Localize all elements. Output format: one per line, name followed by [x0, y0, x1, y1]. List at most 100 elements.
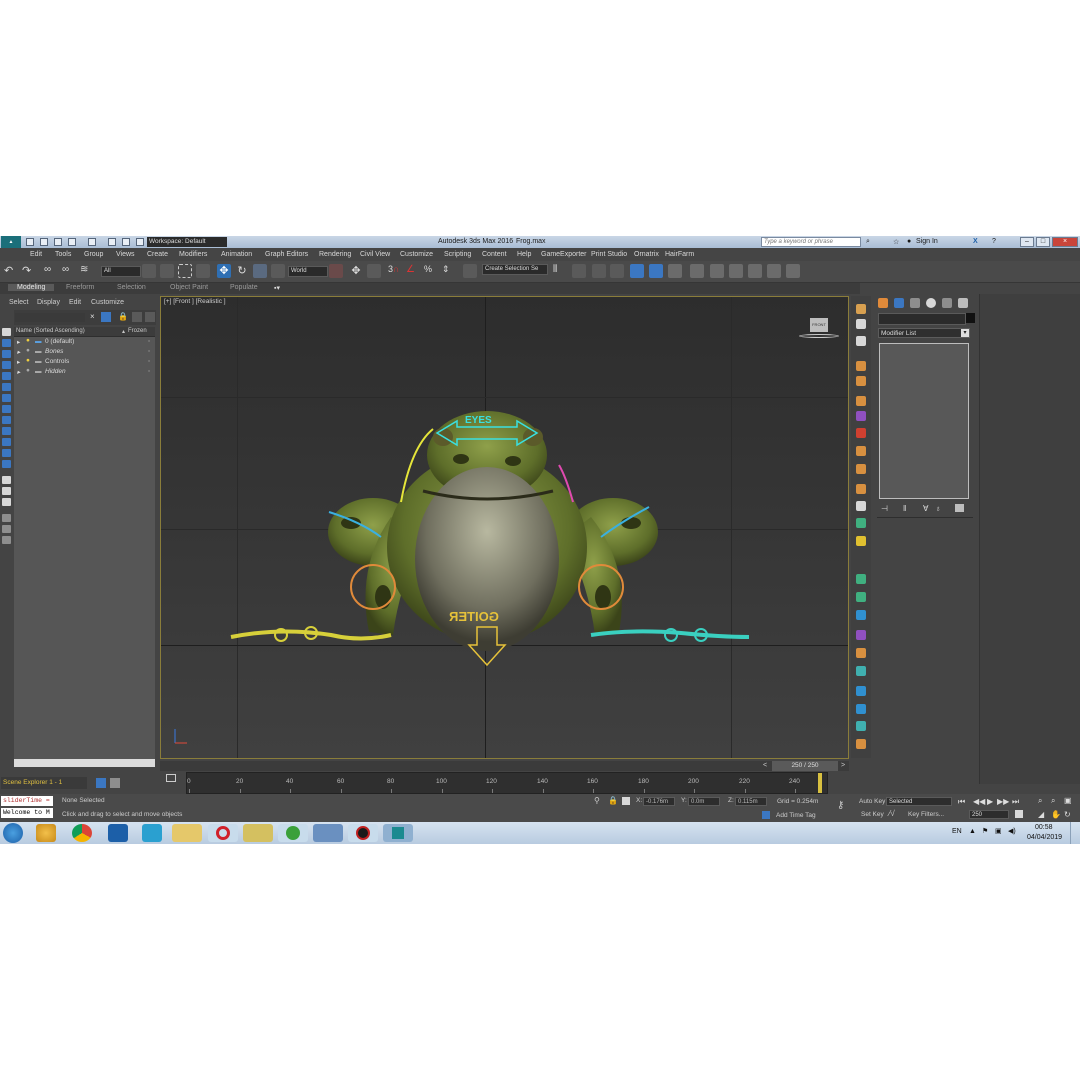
- strip-tool-icon[interactable]: [856, 484, 866, 494]
- helpers-filter-icon[interactable]: [2, 405, 11, 413]
- explorer-tab-customize[interactable]: Customize: [91, 299, 124, 306]
- keyboard-shortcut-icon[interactable]: [367, 264, 381, 278]
- render-activeshade-icon[interactable]: [767, 264, 781, 278]
- strip-tool-icon[interactable]: [856, 304, 866, 314]
- key-icon[interactable]: ⚷: [837, 800, 844, 811]
- render-setup-icon[interactable]: [690, 264, 704, 278]
- folder-icon[interactable]: [243, 824, 273, 842]
- modify-tab-icon[interactable]: [894, 298, 904, 308]
- language-indicator[interactable]: EN: [952, 828, 962, 835]
- menu-group[interactable]: Group: [84, 251, 103, 258]
- layer-manager-icon[interactable]: [592, 264, 606, 278]
- pivot-icon[interactable]: [329, 264, 343, 278]
- frozen-toggle-icon[interactable]: ▫: [148, 338, 150, 345]
- explorer-filter-icon[interactable]: [101, 312, 111, 322]
- strip-tool-icon[interactable]: [856, 411, 866, 421]
- absolute-mode-icon[interactable]: [622, 797, 630, 805]
- strip-tool-icon[interactable]: [856, 686, 866, 696]
- configure-sets-icon[interactable]: [955, 504, 964, 512]
- rotate-icon[interactable]: ↻: [235, 264, 249, 278]
- close-button[interactable]: ×: [1052, 237, 1078, 247]
- strip-tool-icon[interactable]: [856, 501, 866, 511]
- frog-model[interactable]: [161, 297, 849, 759]
- xsplit-icon[interactable]: [142, 824, 162, 842]
- menu-print-studio[interactable]: Print Studio: [591, 251, 627, 258]
- minimize-button[interactable]: –: [1020, 237, 1034, 247]
- hierarchy-icon[interactable]: [2, 536, 11, 544]
- set-key-button[interactable]: Set Key: [861, 811, 884, 818]
- move-icon[interactable]: ✥: [217, 264, 231, 278]
- selection-lock-icon[interactable]: 🔒: [608, 796, 618, 805]
- workspace-dropdown[interactable]: Workspace: Default: [147, 237, 227, 247]
- strip-tool-icon[interactable]: [856, 518, 866, 528]
- hidden-filter-icon[interactable]: [2, 487, 11, 495]
- motion-tab-icon[interactable]: [926, 298, 936, 308]
- opera-icon[interactable]: [208, 824, 238, 842]
- record-app-icon[interactable]: [348, 824, 378, 842]
- lightbulb-icon[interactable]: ●: [26, 347, 30, 354]
- strip-tool-icon[interactable]: [856, 376, 866, 386]
- explorer-tab-select[interactable]: Select: [9, 299, 28, 306]
- menu-customize[interactable]: Customize: [400, 251, 433, 258]
- volume-icon[interactable]: ◀): [1008, 827, 1016, 835]
- explorer-footer-icon[interactable]: [96, 778, 106, 788]
- strip-tool-icon[interactable]: [856, 739, 866, 749]
- strip-tool-icon[interactable]: [856, 336, 866, 346]
- lights-filter-icon[interactable]: [2, 383, 11, 391]
- modifier-list-dropdown[interactable]: Modifier List: [878, 328, 970, 338]
- place-icon[interactable]: [271, 264, 285, 278]
- column-name[interactable]: Name (Sorted Ascending): [16, 328, 85, 334]
- pin-stack-icon[interactable]: ⊣: [881, 504, 888, 513]
- start-button[interactable]: [3, 823, 23, 843]
- goto-start-icon[interactable]: ⏮: [958, 797, 965, 807]
- clear-search-icon[interactable]: ×: [90, 312, 95, 321]
- angle-snap-icon[interactable]: ∠: [406, 264, 420, 278]
- sort-icon[interactable]: [2, 525, 11, 533]
- list-item[interactable]: ▸ ● ▬ Controls ▫: [14, 357, 155, 367]
- window-crossing-icon[interactable]: [196, 264, 210, 278]
- unlink-icon[interactable]: ∞: [62, 264, 76, 278]
- scale-icon[interactable]: [253, 264, 267, 278]
- layout-toggle-icon[interactable]: [136, 238, 144, 246]
- list-item[interactable]: ▸ ● ▬ Bones ▫: [14, 347, 155, 357]
- frozen-filter-icon[interactable]: [2, 476, 11, 484]
- object-color-swatch[interactable]: [966, 313, 975, 323]
- current-frame-marker[interactable]: [818, 773, 822, 793]
- selection-filter-dropdown[interactable]: All: [101, 266, 141, 277]
- shapes-filter-icon[interactable]: [2, 372, 11, 380]
- z-coordinate-field[interactable]: 0.115m: [735, 797, 767, 806]
- strip-tool-icon[interactable]: [856, 592, 866, 602]
- modifier-dropdown-arrow-icon[interactable]: ▾: [961, 329, 969, 337]
- object-name-field[interactable]: [878, 313, 966, 325]
- prev-key-icon[interactable]: ◀◀: [973, 797, 985, 806]
- menu-content[interactable]: Content: [482, 251, 507, 258]
- expand-icon[interactable]: ▸: [17, 348, 20, 356]
- time-slider[interactable]: < 250 / 250 >: [160, 761, 849, 771]
- render-iterative-icon[interactable]: [748, 264, 762, 278]
- zoom-all-icon[interactable]: ⌕: [1051, 796, 1055, 806]
- tray-arrow-icon[interactable]: ▲: [969, 828, 976, 835]
- all-filter-icon[interactable]: [2, 498, 11, 506]
- tab-freeform[interactable]: Freeform: [66, 284, 94, 291]
- link-icon[interactable]: ∞: [44, 264, 58, 278]
- explorer-tab-edit[interactable]: Edit: [69, 299, 81, 306]
- containers-filter-icon[interactable]: [2, 460, 11, 468]
- strip-tool-icon[interactable]: [856, 666, 866, 676]
- strip-tool-icon[interactable]: [856, 574, 866, 584]
- groups-filter-icon[interactable]: [2, 427, 11, 435]
- find-field[interactable]: [15, 313, 85, 322]
- create-tab-icon[interactable]: [878, 298, 888, 308]
- hierarchy-tab-icon[interactable]: [910, 298, 920, 308]
- flag-icon[interactable]: ⚑: [982, 827, 988, 835]
- x-coordinate-field[interactable]: -0.176m: [643, 797, 675, 806]
- zoom-extents-icon[interactable]: ▣: [1064, 796, 1072, 805]
- explorer-options-icon[interactable]: [132, 312, 142, 322]
- strip-tool-icon[interactable]: [856, 610, 866, 620]
- left-foot-control[interactable]: [230, 629, 392, 641]
- select-by-name-icon[interactable]: [160, 264, 174, 278]
- rendered-frame-window-icon[interactable]: [710, 264, 724, 278]
- strip-tool-icon[interactable]: [856, 704, 866, 714]
- tab-modeling[interactable]: Modeling: [8, 284, 55, 291]
- set-key-icon[interactable]: ⁄√: [889, 809, 895, 818]
- menu-scripting[interactable]: Scripting: [444, 251, 471, 258]
